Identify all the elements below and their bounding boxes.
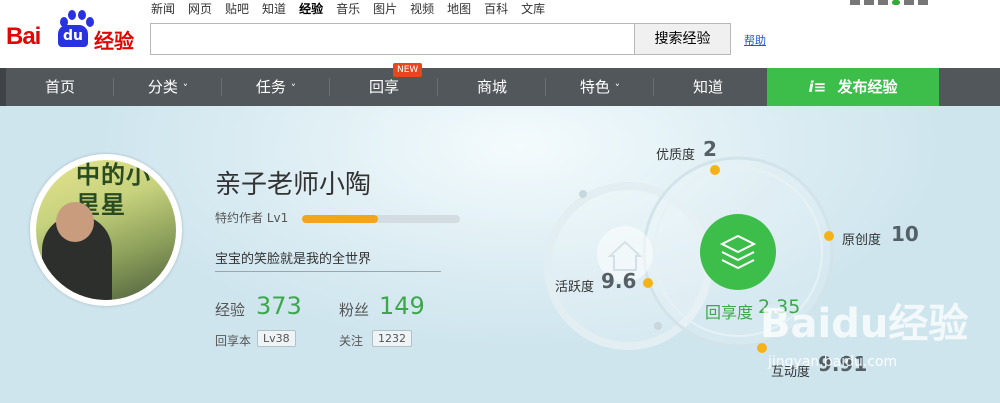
topnav-web[interactable]: 网页: [188, 1, 212, 17]
nav-category-label: 分类: [147, 78, 178, 96]
logo-jingyan: 经验: [94, 29, 134, 53]
chevron-down-icon: ˅: [182, 82, 189, 95]
nav-tasks-label: 任务: [255, 78, 286, 96]
nav-zhidao-label: 知道: [692, 78, 723, 96]
nav-home-label: 首页: [44, 78, 75, 96]
nav-tasks[interactable]: 任务 ˅: [222, 68, 330, 106]
edit-icon: i≡: [808, 78, 827, 96]
help-link[interactable]: 帮助: [744, 32, 766, 48]
originality-value: 10: [891, 222, 919, 246]
publish-experience-button[interactable]: i≡ 发布经验: [767, 68, 939, 106]
nav-featured[interactable]: 特色 ˅: [546, 68, 654, 106]
nav-mall[interactable]: 商城: [438, 68, 546, 106]
originality-dot: [824, 231, 834, 241]
search-input[interactable]: [150, 23, 635, 55]
chevron-down-icon: ˅: [614, 82, 621, 95]
nav-category[interactable]: 分类 ˅: [114, 68, 222, 106]
topnav-tieba[interactable]: 贴吧: [225, 1, 249, 17]
logo-du: du: [58, 25, 88, 47]
topnav-video[interactable]: 视频: [410, 1, 434, 17]
nav-home[interactable]: 首页: [6, 68, 114, 106]
topnav-baike[interactable]: 百科: [484, 1, 508, 17]
nav-huixiang-label: 回享: [368, 78, 399, 96]
topnav-zhidao[interactable]: 知道: [262, 1, 286, 17]
header: Bai du 经验 新闻 网页 贴吧 知道 经验 音乐 图片 视频 地图 百科 …: [0, 0, 1000, 68]
topnav-news[interactable]: 新闻: [151, 1, 175, 17]
watermark-url: jingyan.baidu.com: [768, 354, 898, 370]
grey-dot-bottom: [654, 322, 662, 330]
topnav-music[interactable]: 音乐: [336, 1, 360, 17]
logo-bai: Bai: [6, 23, 41, 50]
chevron-down-icon: ˅: [290, 82, 297, 95]
sharing-label: 回享度: [705, 303, 754, 322]
topnav-jingyan[interactable]: 经验: [299, 1, 323, 17]
quality-value: 2: [703, 137, 717, 161]
activity-value: 9.6: [601, 269, 637, 293]
originality-label: 原创度: [842, 233, 882, 248]
topnav-map[interactable]: 地图: [447, 1, 471, 17]
nav-zhidao[interactable]: 知道: [654, 68, 762, 106]
activity-label: 活跃度: [555, 280, 595, 295]
baidu-watermark: Baidu经验: [760, 301, 969, 347]
search-button[interactable]: 搜索经验: [634, 23, 731, 55]
activity-dot: [643, 278, 653, 288]
nav-featured-label: 特色: [579, 78, 610, 96]
quality-dot: [710, 165, 720, 175]
publish-label: 发布经验: [837, 78, 898, 96]
topnav-wenku[interactable]: 文库: [521, 1, 545, 17]
grey-dot-top: [579, 190, 587, 198]
topnav-images[interactable]: 图片: [373, 1, 397, 17]
top-nav: 新闻 网页 贴吧 知道 经验 音乐 图片 视频 地图 百科 文库: [151, 1, 558, 17]
profile-banner: 中的小星星 亲子老师小陶 特约作者 Lv1 宝宝的笑脸就是我的全世界 经验 37…: [0, 106, 1000, 403]
quality-label: 优质度: [656, 148, 696, 163]
user-links-cropped: [850, 0, 1000, 6]
new-badge: NEW: [393, 63, 423, 77]
nav-mall-label: 商城: [476, 78, 507, 96]
baidu-jingyan-logo[interactable]: Bai du 经验: [6, 9, 146, 55]
